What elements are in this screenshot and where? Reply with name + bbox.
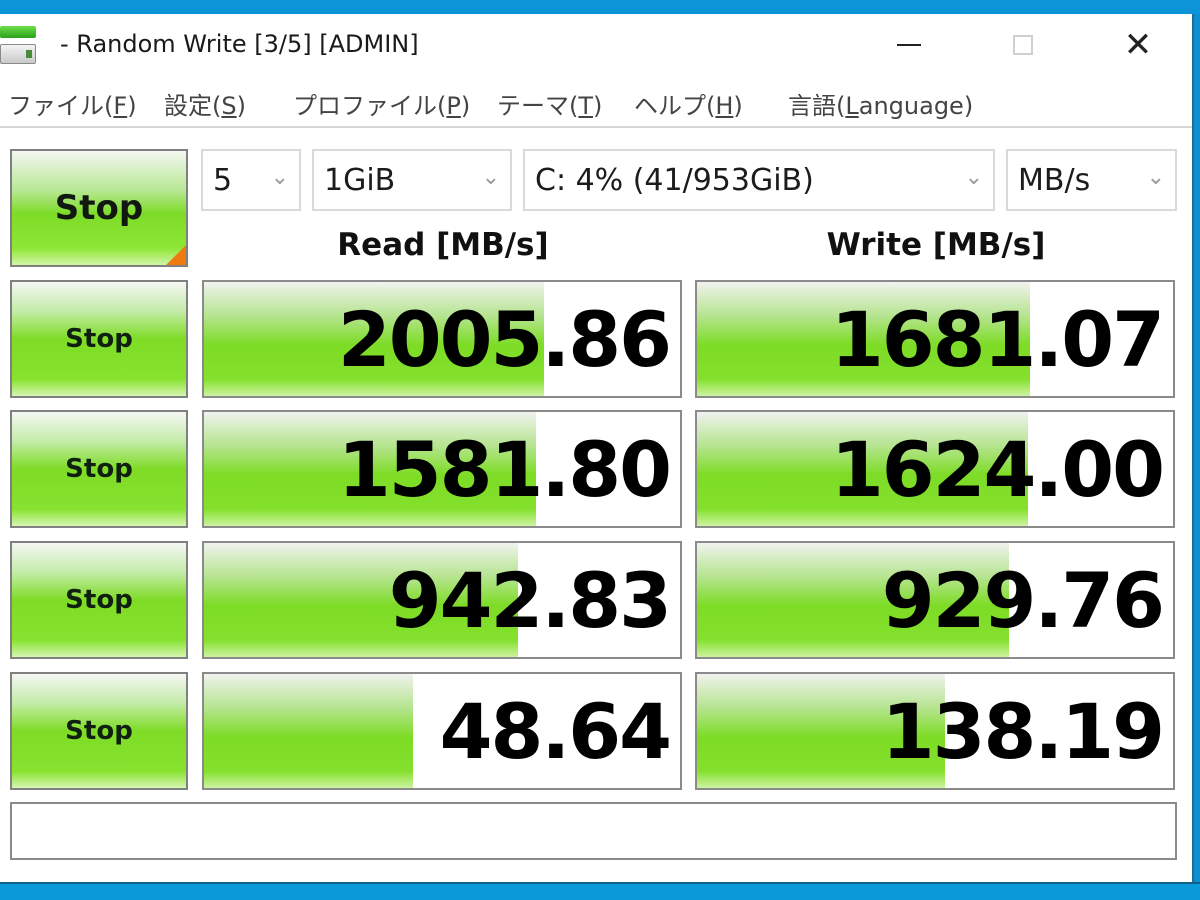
stop-test-button[interactable]: Stop [10,672,188,790]
window-title: - Random Write [3/5] [ADMIN] [60,30,419,58]
stop-all-label: Stop [54,188,144,228]
stop-test-label: Stop [65,716,133,746]
menu-profile[interactable]: プロファイル(P) [293,86,470,121]
menu-bar: ファイル(F) 設定(S) プロファイル(P) テーマ(T) ヘルプ(H) 言語… [0,82,1192,128]
menu-label-tail: ) [127,92,137,120]
chevron-down-icon: ⌄ [1146,165,1165,190]
write-speed-value: 929.76 [881,556,1165,645]
write-speed-value: 138.19 [881,687,1165,776]
app-window: - Random Write [3/5] [ADMIN] ✕ ファイル(F) 設… [0,14,1194,882]
stop-all-button[interactable]: Stop [10,149,188,267]
test-count-select[interactable]: 5 ⌄ [201,149,301,211]
menu-settings[interactable]: 設定(S) [164,86,246,121]
menu-file[interactable]: ファイル(F) [8,86,137,121]
minimize-button[interactable] [873,20,945,70]
stop-test-label: Stop [65,585,133,615]
menu-label-tail: ) [460,92,471,120]
read-column-header: Read [MB/s] [337,227,549,263]
chevron-down-icon: ⌄ [270,165,289,190]
menu-accelerator: P [446,92,461,120]
menu-theme[interactable]: テーマ(T) [497,86,602,121]
corner-marker-icon [166,245,186,265]
read-result-cell: 48.64 [202,672,682,790]
menu-label: プロファイル( [293,92,447,120]
stop-test-label: Stop [65,324,133,354]
stop-test-button[interactable]: Stop [10,410,188,528]
drive-value: C: 4% (41/953GiB) [535,163,814,198]
minimize-icon [897,44,921,46]
read-speed-value: 48.64 [439,687,672,776]
write-speed-value: 1681.07 [830,295,1165,384]
menu-label-tail: ) [593,92,603,120]
menu-label: ファイル( [8,92,114,120]
close-button[interactable]: ✕ [1102,20,1174,70]
chevron-down-icon: ⌄ [481,165,500,190]
stop-test-button[interactable]: Stop [10,280,188,398]
menu-label-tail: anguage) [858,92,974,120]
read-result-cell: 1581.80 [202,410,682,528]
menu-language[interactable]: 言語(Language) [788,86,973,121]
unit-select[interactable]: MB/s ⌄ [1006,149,1177,211]
menu-accelerator: L [845,92,859,120]
write-column-header: Write [MB/s] [826,227,1046,263]
write-result-cell: 1624.00 [695,410,1175,528]
stop-test-label: Stop [65,454,133,484]
read-progress-bar [204,674,414,788]
read-speed-value: 1581.80 [337,425,672,514]
menu-accelerator: H [715,92,734,120]
menu-label-tail: ) [733,92,743,120]
comment-input[interactable] [10,802,1177,860]
desktop-top-edge [0,0,1200,14]
menu-accelerator: S [221,92,237,120]
close-icon: ✕ [1123,25,1153,65]
write-speed-value: 1624.00 [830,425,1165,514]
write-result-cell: 929.76 [695,541,1175,659]
stop-test-button[interactable]: Stop [10,541,188,659]
write-result-cell: 138.19 [695,672,1175,790]
read-result-cell: 2005.86 [202,280,682,398]
menu-accelerator: F [113,92,128,120]
test-size-value: 1GiB [324,163,396,198]
menu-label: テーマ( [497,92,579,120]
menu-accelerator: T [578,92,594,120]
desktop-bottom-edge [0,882,1200,900]
maximize-button[interactable] [987,20,1059,70]
menu-label: ヘルプ( [634,92,716,120]
read-result-cell: 942.83 [202,541,682,659]
test-size-select[interactable]: 1GiB ⌄ [312,149,512,211]
write-result-cell: 1681.07 [695,280,1175,398]
chevron-down-icon: ⌄ [964,165,983,190]
unit-value: MB/s [1018,163,1091,198]
title-bar: - Random Write [3/5] [ADMIN] ✕ [0,14,1192,76]
read-speed-value: 942.83 [388,556,672,645]
drive-select[interactable]: C: 4% (41/953GiB) ⌄ [523,149,995,211]
read-speed-value: 2005.86 [337,295,672,384]
menu-label: 言語( [788,92,846,120]
menu-help[interactable]: ヘルプ(H) [634,86,743,121]
maximize-icon [1013,35,1033,55]
disk-app-icon [0,26,40,64]
menu-label-tail: ) [236,92,246,120]
menu-label: 設定( [164,92,222,120]
test-count-value: 5 [213,163,233,198]
